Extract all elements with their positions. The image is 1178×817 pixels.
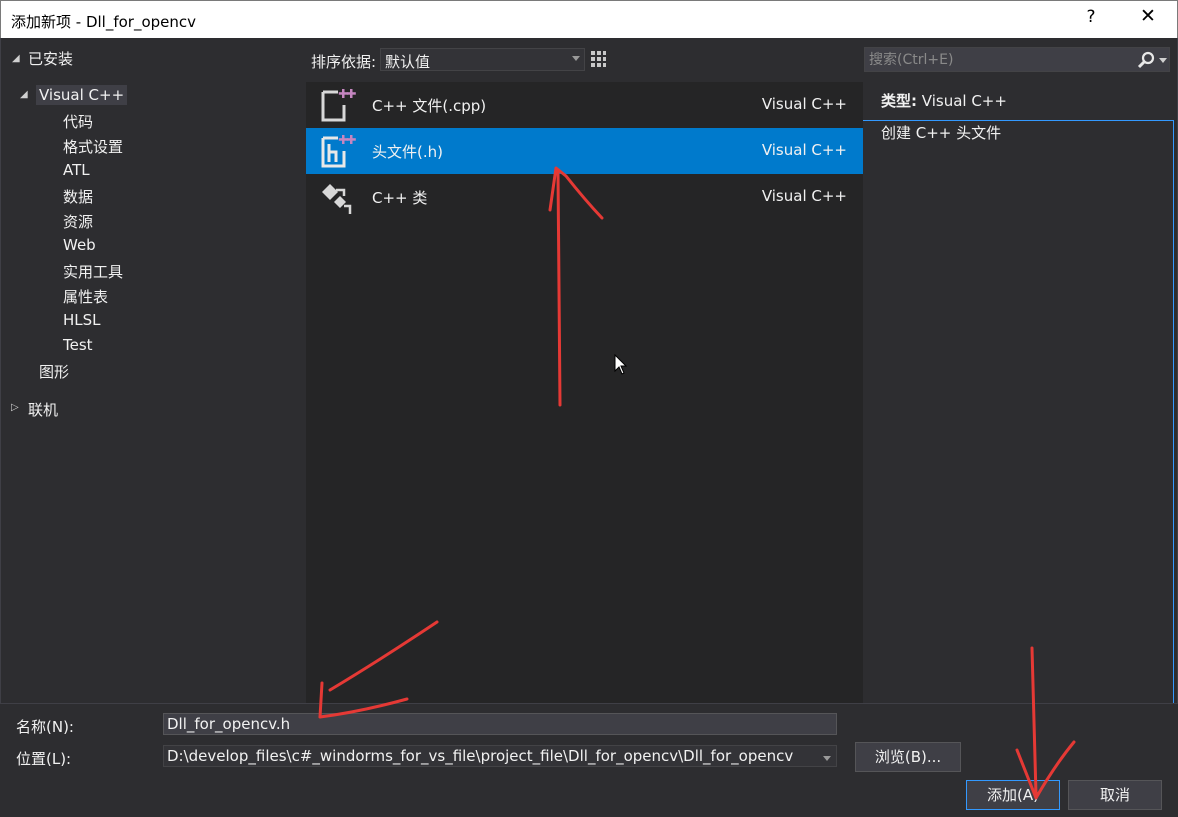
- header-file-icon: [321, 135, 356, 168]
- mouse-cursor-icon: [614, 354, 628, 375]
- sort-toolbar: 排序依据: 默认值: [306, 38, 1174, 741]
- details-description: 创建 C++ 头文件: [881, 124, 1002, 142]
- tree-item-formatting[interactable]: 格式设置: [63, 136, 123, 157]
- dropdown-arrow-icon: [572, 56, 580, 61]
- template-name: C++ 文件(.cpp): [372, 97, 487, 115]
- name-field[interactable]: [163, 713, 837, 735]
- search-icon[interactable]: [1136, 50, 1156, 70]
- details-type: 类型: Visual C++: [881, 90, 1171, 111]
- grid-view-icon: [591, 51, 606, 67]
- tree-item-online[interactable]: 联机: [28, 399, 58, 420]
- template-language: Visual C++: [761, 141, 847, 159]
- tree-item-property-sheet[interactable]: 属性表: [63, 286, 108, 307]
- tree-item-atl[interactable]: ATL: [63, 161, 90, 179]
- name-label: 名称(N):: [16, 718, 74, 736]
- tree-item-installed[interactable]: 已安装: [28, 48, 73, 69]
- add-button[interactable]: 添加(A): [966, 780, 1060, 810]
- search-input[interactable]: [869, 50, 1119, 69]
- template-language: Visual C++: [761, 95, 847, 113]
- sort-value: 默认值: [385, 53, 431, 71]
- details-pane: 类型: Visual C++ 创建 C++ 头文件: [881, 90, 1171, 154]
- tree-item-resource[interactable]: 资源: [63, 211, 93, 232]
- sort-label: 排序依据:: [311, 53, 377, 71]
- collapse-triangle-icon[interactable]: ◢: [20, 89, 28, 100]
- grid-view-button[interactable]: [586, 47, 611, 72]
- close-button[interactable]: ✕: [1131, 5, 1165, 33]
- tree-item-graphics[interactable]: 图形: [39, 361, 69, 382]
- search-options-arrow-icon[interactable]: [1159, 58, 1167, 63]
- template-name: C++ 类: [372, 189, 428, 207]
- window-title: 添加新项 - Dll_for_opencv: [11, 13, 197, 31]
- search-box[interactable]: [864, 47, 1170, 72]
- template-name: 头文件(.h): [372, 143, 443, 161]
- cpp-file-icon: [321, 89, 356, 122]
- location-label: 位置(L):: [16, 750, 72, 768]
- tree-item-hlsl[interactable]: HLSL: [63, 311, 101, 329]
- template-language: Visual C++: [761, 187, 847, 205]
- tree-item-data[interactable]: 数据: [63, 186, 93, 207]
- template-row-class[interactable]: C++ 类 Visual C++: [306, 174, 863, 220]
- location-field[interactable]: [163, 745, 837, 767]
- details-type-label: 类型:: [881, 92, 917, 110]
- category-tree: ◢ 已安装 ◢ Visual C++ 代码 格式设置 ATL 数据 资源 Web…: [0, 38, 305, 703]
- title-bar: 添加新项 - Dll_for_opencv ? ✕: [0, 0, 1178, 38]
- browse-button[interactable]: 浏览(B)...: [855, 742, 961, 772]
- details-type-value: Visual C++: [921, 92, 1007, 110]
- template-list: C++ 文件(.cpp) Visual C++ 头文件(.h) Visual C…: [306, 82, 863, 703]
- cancel-button[interactable]: 取消: [1068, 780, 1162, 810]
- tree-item-code[interactable]: 代码: [63, 111, 93, 132]
- location-dropdown-arrow-icon[interactable]: [823, 756, 831, 761]
- tree-item-web[interactable]: Web: [63, 236, 96, 254]
- tree-item-visual-cpp[interactable]: Visual C++: [36, 85, 128, 105]
- help-button[interactable]: ?: [1079, 7, 1103, 27]
- expand-triangle-icon[interactable]: ▷: [11, 402, 19, 413]
- template-row-header[interactable]: 头文件(.h) Visual C++: [306, 128, 863, 174]
- collapse-triangle-icon[interactable]: ◢: [12, 53, 20, 64]
- tree-item-utility[interactable]: 实用工具: [63, 261, 123, 282]
- template-row-cpp[interactable]: C++ 文件(.cpp) Visual C++: [306, 82, 863, 128]
- tree-item-test[interactable]: Test: [63, 336, 93, 354]
- cpp-class-icon: [322, 184, 352, 214]
- sort-dropdown[interactable]: 默认值: [380, 48, 585, 71]
